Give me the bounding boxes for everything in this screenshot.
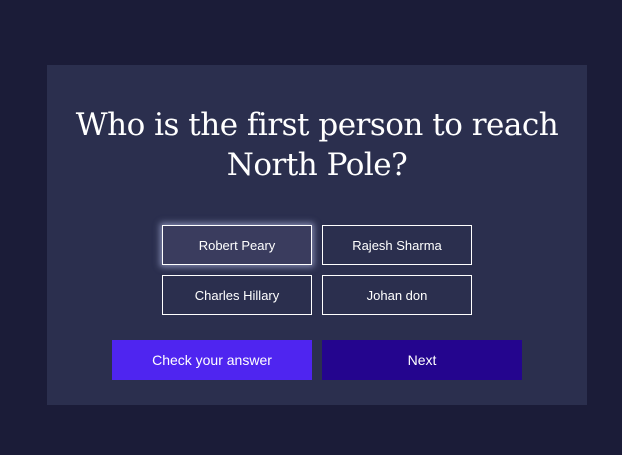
quiz-card: Who is the first person to reach North P… — [47, 65, 587, 405]
question-text: Who is the first person to reach North P… — [75, 107, 559, 183]
answer-option-johan-don[interactable]: Johan don — [322, 275, 472, 315]
answer-option-charles-hillary[interactable]: Charles Hillary — [162, 275, 312, 315]
next-button[interactable]: Next — [322, 340, 522, 380]
check-answer-button[interactable]: Check your answer — [112, 340, 312, 380]
answer-option-robert-peary[interactable]: Robert Peary — [162, 225, 312, 265]
answer-option-rajesh-sharma[interactable]: Rajesh Sharma — [322, 225, 472, 265]
